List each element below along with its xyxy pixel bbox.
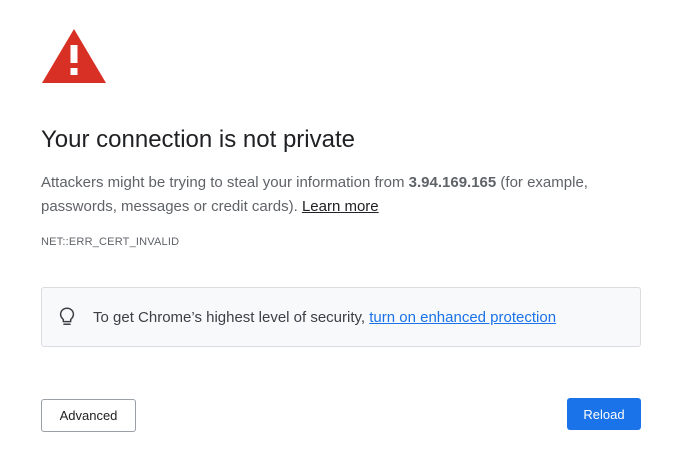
page-title: Your connection is not private bbox=[41, 126, 355, 153]
lightbulb-icon bbox=[59, 307, 75, 325]
error-code: NET::ERR_CERT_INVALID bbox=[41, 236, 180, 248]
error-description: Attackers might be trying to steal your … bbox=[41, 171, 641, 219]
enhanced-protection-text: To get Chrome’s highest level of securit… bbox=[93, 308, 556, 328]
host-address: 3.94.169.165 bbox=[408, 174, 497, 191]
enhanced-protection-banner: To get Chrome’s highest level of securit… bbox=[41, 287, 641, 347]
warning-triangle-icon bbox=[42, 29, 106, 83]
enhanced-protection-link[interactable]: turn on enhanced protection bbox=[369, 309, 556, 326]
privacy-error-page: Your connection is not private Attackers… bbox=[0, 0, 682, 467]
learn-more-link[interactable]: Learn more bbox=[302, 198, 379, 215]
reload-button[interactable]: Reload bbox=[567, 398, 641, 430]
message-prefix: Attackers might be trying to steal your … bbox=[41, 174, 409, 191]
advanced-button[interactable]: Advanced bbox=[41, 399, 136, 432]
enhanced-protection-prefix: To get Chrome’s highest level of securit… bbox=[93, 309, 370, 326]
